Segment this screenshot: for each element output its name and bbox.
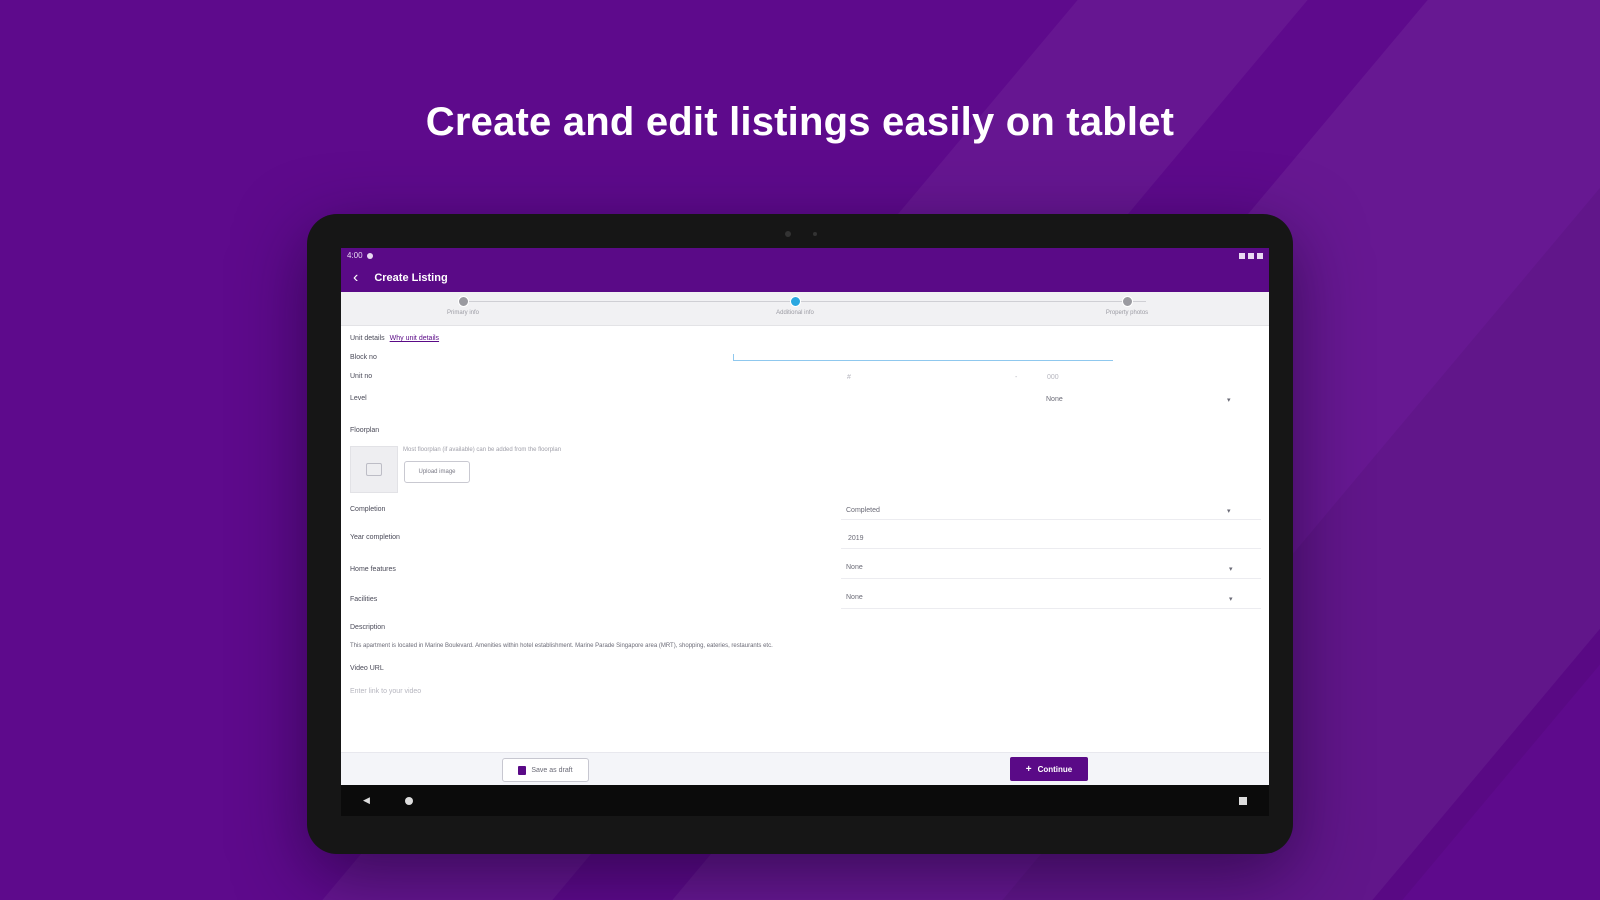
camera-icon xyxy=(785,231,791,237)
status-time: 4:00 xyxy=(347,251,363,260)
divider xyxy=(841,519,1261,520)
unit-no-dash: - xyxy=(1015,374,1018,381)
facilities-label: Facilities xyxy=(350,596,378,603)
description-input[interactable]: This apartment is located in Marine Boul… xyxy=(350,643,773,649)
facilities-select[interactable]: None xyxy=(846,594,863,601)
upload-image-button[interactable]: Upload image xyxy=(404,461,470,483)
bottom-action-bar: Save as draft + Continue xyxy=(341,752,1269,785)
divider xyxy=(841,578,1261,579)
arrow-left-icon[interactable]: ‹ xyxy=(353,269,358,287)
continue-button[interactable]: + Continue xyxy=(1010,757,1088,781)
block-no-input[interactable] xyxy=(733,360,1113,361)
home-features-select[interactable]: None xyxy=(846,564,863,571)
tablet-frame: 4:00 ‹ Create Listing Primary info Addit… xyxy=(307,214,1293,854)
unit-details-label: Unit details xyxy=(350,335,385,342)
chevron-down-icon: ▾ xyxy=(1229,566,1233,573)
block-no-label: Block no xyxy=(350,354,377,361)
vibrate-icon xyxy=(1239,252,1245,259)
year-completion-label: Year completion xyxy=(350,534,400,541)
sensor-icon xyxy=(813,232,817,236)
step-additional-info[interactable]: Additional info xyxy=(735,296,855,316)
level-select[interactable]: None xyxy=(1046,396,1063,403)
step-property-photos[interactable]: Property photos xyxy=(1067,296,1187,316)
continue-label: Continue xyxy=(1037,764,1073,774)
step-primary-info[interactable]: Primary info xyxy=(403,296,523,316)
step-label: Property photos xyxy=(1105,310,1149,316)
divider xyxy=(841,548,1261,549)
step-label: Primary info xyxy=(446,310,479,316)
level-label: Level xyxy=(350,395,367,402)
why-unit-details-link[interactable]: Why unit details xyxy=(390,335,439,342)
status-bar: 4:00 xyxy=(341,248,1269,263)
description-label: Description xyxy=(350,624,386,631)
step-dot xyxy=(457,296,469,307)
unit-no-label: Unit no xyxy=(350,373,373,380)
chevron-down-icon: ▾ xyxy=(1227,397,1231,404)
unit-no-input[interactable]: 000 xyxy=(1047,374,1059,381)
save-draft-label: Save as draft xyxy=(531,766,573,774)
page-title: Create Listing xyxy=(374,271,448,284)
save-draft-button[interactable]: Save as draft xyxy=(502,758,589,782)
unit-no-hash: # xyxy=(847,374,851,381)
video-url-input[interactable]: Enter link to your video xyxy=(350,688,421,695)
floorplan-note: Most floorplan (if available) can be add… xyxy=(403,447,562,453)
wifi-icon xyxy=(1248,252,1254,259)
progress-stepper: Primary info Additional info Property ph… xyxy=(341,292,1269,326)
divider xyxy=(841,608,1261,609)
completion-select[interactable]: Completed xyxy=(846,507,880,514)
floorplan-thumbnail xyxy=(350,446,398,493)
system-nav-bar: ◀ xyxy=(341,785,1269,816)
plus-icon: + xyxy=(1025,763,1032,775)
chevron-down-icon: ▾ xyxy=(1227,508,1231,515)
save-icon xyxy=(518,765,527,775)
step-dot xyxy=(789,296,801,307)
floorplan-label: Floorplan xyxy=(350,427,380,434)
nav-recent-icon[interactable] xyxy=(1239,796,1247,805)
home-features-label: Home features xyxy=(350,566,396,573)
step-label: Additional info xyxy=(776,310,814,316)
chevron-down-icon: ▾ xyxy=(1229,596,1233,603)
video-url-label: Video URL xyxy=(350,665,384,672)
nav-back-icon[interactable]: ◀ xyxy=(363,795,370,806)
image-icon xyxy=(366,463,382,476)
step-dot xyxy=(1121,296,1133,307)
unit-details-row: Unit details Why unit details xyxy=(350,335,439,342)
battery-icon xyxy=(1257,252,1263,259)
headline: Create and edit listings easily on table… xyxy=(425,100,1175,144)
year-completion-input[interactable]: 2019 xyxy=(848,535,864,542)
nav-home-icon[interactable] xyxy=(405,796,413,805)
notification-icon xyxy=(366,252,373,259)
completion-label: Completion xyxy=(350,506,386,513)
app-bar: ‹ Create Listing xyxy=(341,263,1269,292)
tablet-screen: 4:00 ‹ Create Listing Primary info Addit… xyxy=(341,248,1269,816)
